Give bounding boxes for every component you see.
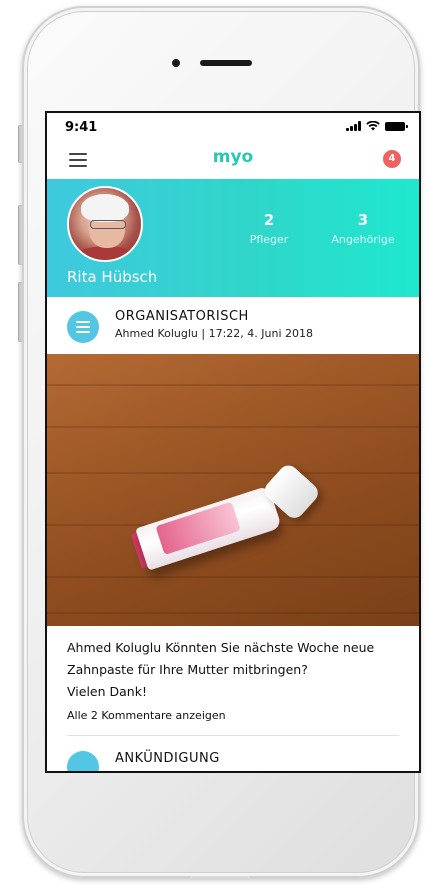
post-photo[interactable] [47,354,419,626]
mute-switch [18,125,23,163]
stat-caregivers[interactable]: 2 Pfleger [229,211,309,246]
post-meta: Ahmed Koluglu | 17:22, 4. Juni 2018 [115,327,314,340]
post-author[interactable]: Ahmed Koluglu [67,640,161,655]
stat-caregivers-count: 2 [263,211,275,229]
top-nav: myo 4 [47,141,419,179]
post-header: ORGANISATORISCH Ahmed Koluglu | 17:22, 4… [47,297,419,353]
stat-relatives-count: 3 [357,211,369,229]
signal-icon [346,121,361,131]
view-comments-link[interactable]: Alle 2 Kommentare anzeigen [67,709,226,722]
stat-caregivers-label: Pfleger [249,233,289,246]
stat-relatives[interactable]: 3 Angehörige [323,211,403,246]
stat-relatives-label: Angehörige [331,233,395,246]
app-logo: myo [212,147,254,167]
bottom-edge [190,876,250,880]
toothpaste-tube-image [130,461,322,572]
earpiece-speaker [200,60,252,66]
front-camera [172,59,180,67]
patient-name: Rita Hübsch [67,268,158,286]
wifi-icon [366,121,380,131]
post-thanks: Vielen Dank! [67,684,147,699]
patient-avatar[interactable] [67,186,143,262]
post-divider [67,735,399,736]
announcement-icon [67,751,99,771]
app-screen: 9:41 myo 4 Rita Hübsch 2 Pfleger 3 Angeh… [45,111,421,773]
next-post-category: ANKÜNDIGUNG [115,751,220,766]
status-icons [346,121,408,131]
post-category: ORGANISATORISCH [115,309,249,324]
volume-up-button [18,205,23,265]
checklist-icon [67,311,99,343]
status-time: 9:41 [65,120,98,135]
battery-icon [385,121,408,131]
status-bar: 9:41 [47,113,419,141]
volume-down-button [18,282,23,342]
notification-badge[interactable]: 4 [383,150,401,168]
post-caption: Ahmed Koluglu Könnten Sie nächste Woche … [67,637,407,703]
profile-header: Rita Hübsch 2 Pfleger 3 Angehörige [47,179,419,297]
